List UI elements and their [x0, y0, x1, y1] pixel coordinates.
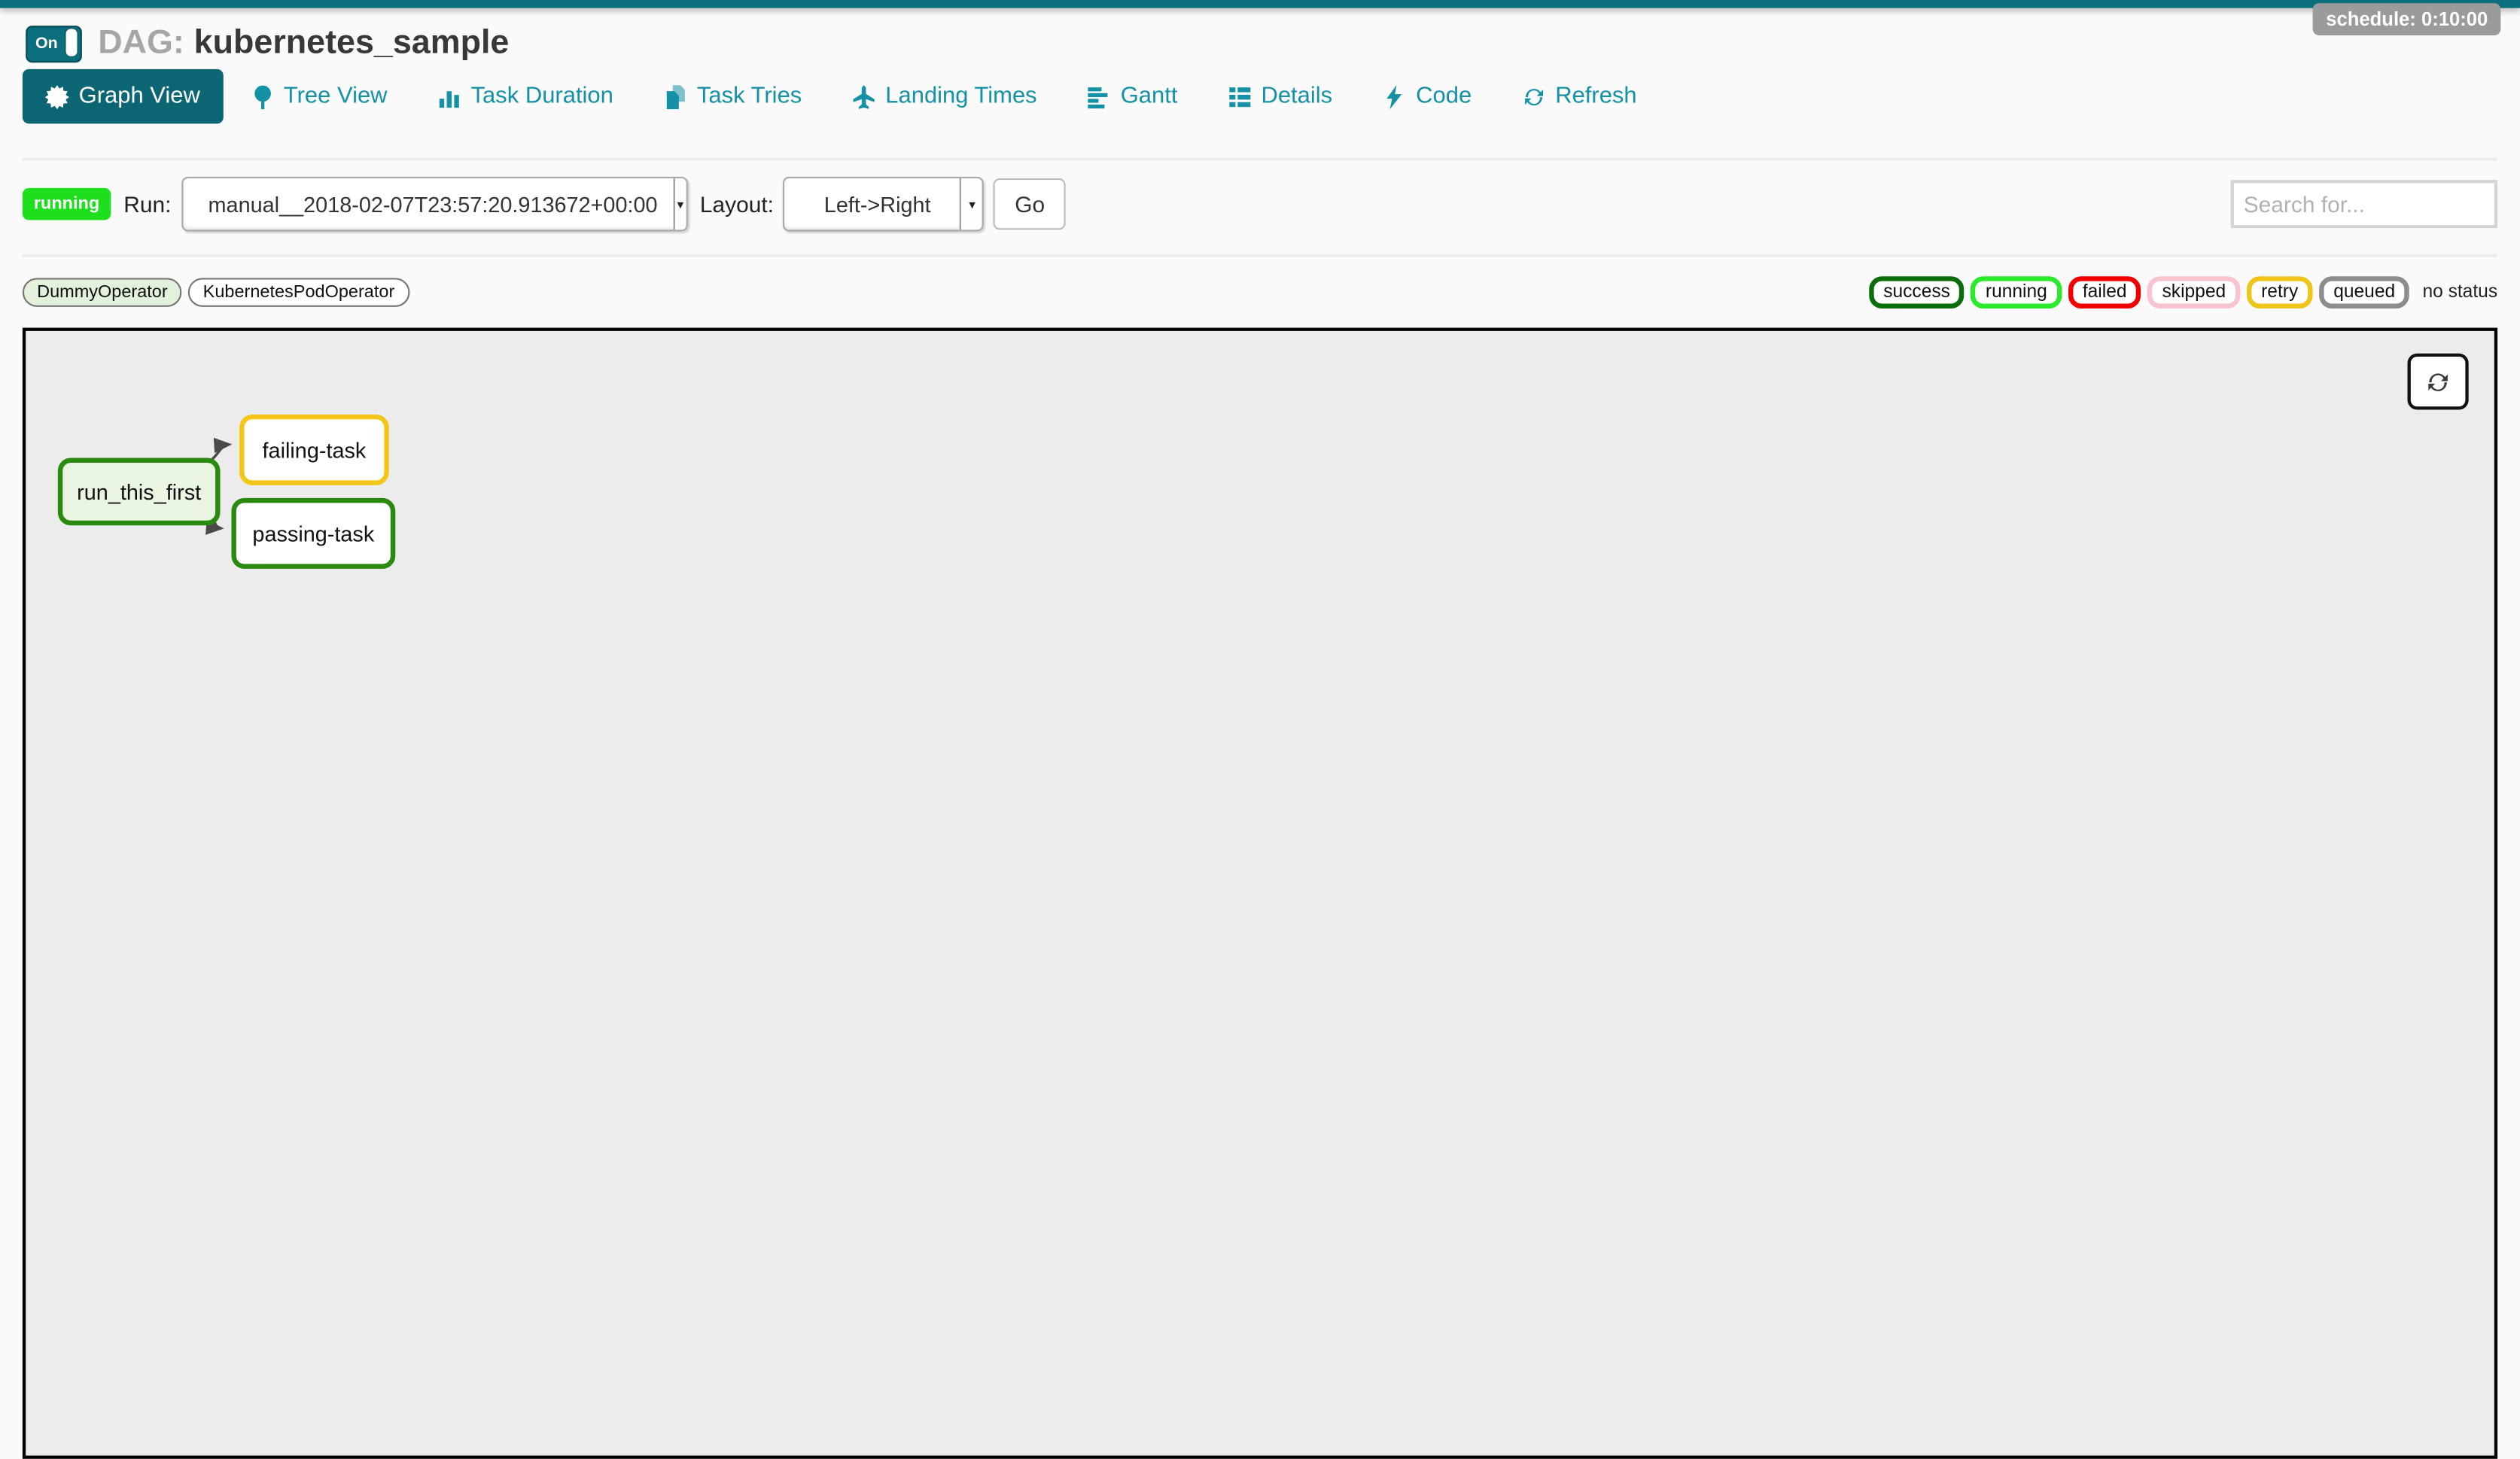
go-button[interactable]: Go [994, 178, 1066, 229]
bolt-icon [1382, 84, 1406, 108]
sunburst-icon [45, 84, 69, 108]
tree-icon [250, 84, 274, 108]
tab-graph-view[interactable]: Graph View [23, 69, 223, 124]
tab-label: Task Tries [697, 84, 802, 109]
layout-select[interactable]: Left->Right ▾ [784, 177, 985, 232]
run-select-value: manual__2018-02-07T23:57:20.913672+00:00 [182, 192, 674, 216]
legend-queued: queued [2319, 276, 2409, 309]
tab-label: Tree View [284, 84, 388, 109]
run-controls: running Run: manual__2018-02-07T23:57:20… [0, 161, 2520, 232]
page: On DAG: kubernetes_sample schedule: 0:10:… [0, 0, 2520, 1398]
tab-tree-view[interactable]: Tree View [250, 84, 388, 109]
edge-layer [26, 331, 2494, 1456]
legend-running: running [1971, 276, 2062, 309]
dag-name: kubernetes_sample [194, 24, 510, 61]
operator-pill-kubernetespod: KubernetesPodOperator [188, 278, 409, 306]
tab-label: Graph View [79, 84, 200, 109]
refresh-icon [1521, 84, 1545, 108]
run-state-badge: running [23, 188, 111, 220]
layout-select-value: Left->Right [785, 192, 960, 216]
list-icon [1228, 84, 1252, 108]
task-node-passing-task[interactable]: passing-task [231, 498, 395, 569]
tab-label: Landing Times [885, 84, 1036, 109]
legend-skipped: skipped [2147, 276, 2240, 309]
header: On DAG:kubernetes_sample schedule: 0:10:… [0, 8, 2520, 63]
run-label: Run: [123, 191, 171, 217]
tab-task-duration[interactable]: Task Duration [437, 84, 613, 109]
legend-row: DummyOperator KubernetesPodOperator succ… [0, 257, 2520, 309]
chevron-down-icon: ▾ [960, 178, 983, 229]
tab-label: Refresh [1555, 84, 1636, 109]
pages-icon [663, 84, 687, 108]
legend-success: success [1869, 276, 1965, 309]
tab-landing-times[interactable]: Landing Times [851, 84, 1036, 109]
bar-chart-icon [437, 84, 461, 108]
graph-refresh-button[interactable] [2408, 354, 2469, 410]
view-tabs: Graph View Tree View Task Duration Task … [0, 62, 2520, 123]
tab-label: Details [1261, 84, 1332, 109]
tab-label: Task Duration [471, 84, 613, 109]
run-select[interactable]: manual__2018-02-07T23:57:20.913672+00:00… [181, 177, 687, 232]
dag-graph-canvas[interactable]: run_this_first failing-task passing-task [23, 328, 2497, 1459]
legend-no-status: no status [2422, 283, 2497, 302]
task-node-run-this-first[interactable]: run_this_first [58, 458, 221, 526]
tab-label: Gantt [1121, 84, 1178, 109]
chevron-down-icon: ▾ [674, 178, 686, 229]
layout-label: Layout: [700, 191, 774, 217]
tab-details[interactable]: Details [1228, 84, 1332, 109]
tab-gantt[interactable]: Gantt [1087, 84, 1178, 109]
dag-prefix-label: DAG: [98, 24, 184, 61]
top-navbar-strip [0, 0, 2520, 8]
toggle-on-label: On [27, 35, 57, 52]
tab-code[interactable]: Code [1382, 84, 1472, 109]
legend-failed: failed [2068, 276, 2141, 309]
task-node-failing-task[interactable]: failing-task [239, 415, 389, 485]
tab-refresh[interactable]: Refresh [1521, 84, 1636, 109]
page-title: DAG: kubernetes_sample [98, 24, 509, 62]
tab-task-tries[interactable]: Task Tries [663, 84, 802, 109]
refresh-icon [2425, 369, 2451, 394]
operator-pill-dummy: DummyOperator [23, 278, 182, 306]
schedule-badge: schedule: 0:10:00 [2313, 3, 2500, 35]
legend-retry: retry [2247, 276, 2313, 309]
dag-pause-toggle[interactable]: On [26, 25, 82, 62]
tab-label: Code [1416, 84, 1472, 109]
toggle-knob [66, 28, 78, 55]
status-legend: success running failed skipped retry que… [1862, 276, 2497, 309]
align-left-icon [1087, 84, 1111, 108]
search-input[interactable] [2231, 180, 2497, 228]
plane-icon [851, 84, 875, 108]
